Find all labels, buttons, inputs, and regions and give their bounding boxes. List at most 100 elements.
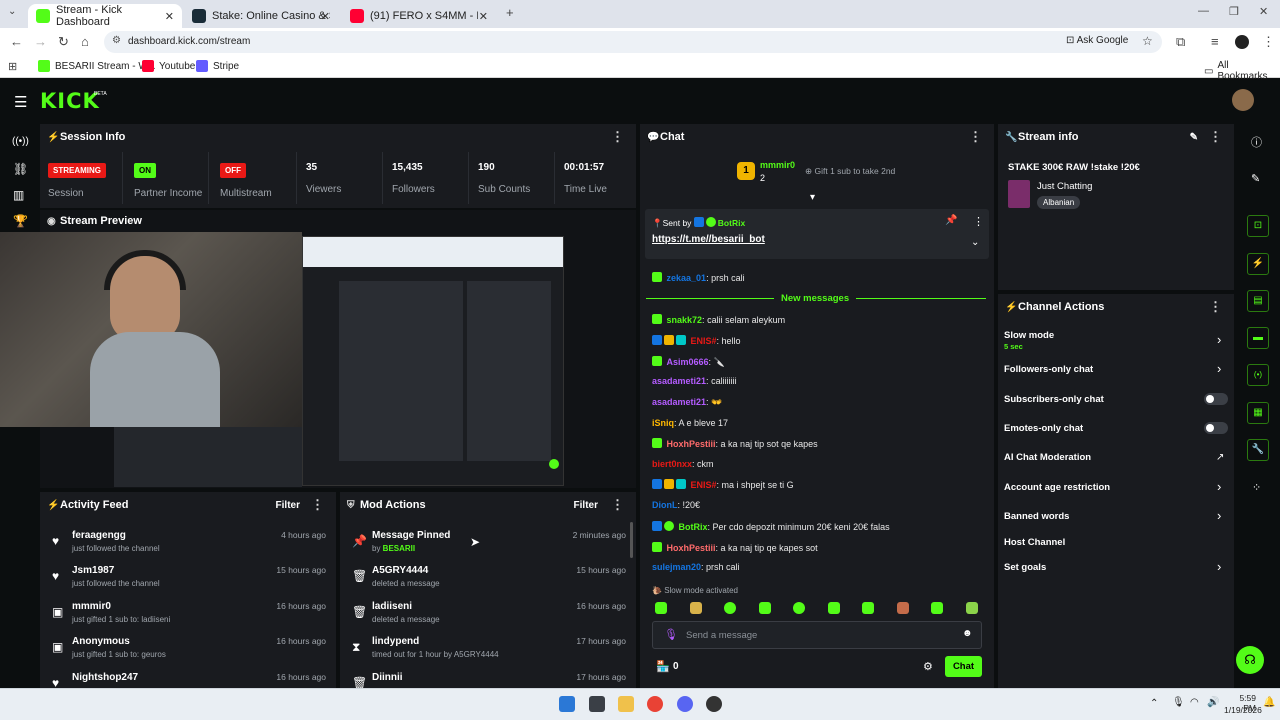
tab-stake[interactable]: Stake: Online Casino & Sports ✕ (184, 4, 338, 28)
chevron-right-icon[interactable]: › (1217, 332, 1221, 347)
points-icon[interactable]: 🏪 (656, 660, 670, 673)
media-icon[interactable]: ≡ (1211, 34, 1219, 49)
subscribers-only-toggle[interactable] (1204, 393, 1228, 405)
chat-message[interactable]: asadameti21: 👐 (652, 397, 722, 408)
emote-icon[interactable] (724, 602, 736, 614)
bookmark-youtube[interactable]: Youtube (142, 60, 195, 72)
trophy-icon[interactable]: 🏆 (13, 214, 28, 228)
analytics-icon[interactable]: ▥ (13, 188, 24, 202)
chat-settings-gear-icon[interactable]: ⚙ (923, 660, 933, 673)
chat-message[interactable]: iSniq: A e bleve 17 (652, 418, 728, 428)
back-icon[interactable]: ← (10, 34, 23, 49)
ask-google-button[interactable]: ⊡ Ask Google (1066, 35, 1128, 46)
subscribers-only-row[interactable]: Subscribers-only chat (1004, 394, 1104, 405)
clock-date[interactable]: 1/19/2026 (1224, 705, 1262, 715)
filter-button[interactable]: Filter (276, 500, 300, 511)
chat-message[interactable]: HoxhPestiii: a ka naj tip sot qe kapes (652, 438, 818, 449)
bookmark-stripe[interactable]: Stripe (196, 60, 239, 72)
tab-kick-dashboard[interactable]: Stream - Kick Dashboard ✕ (28, 4, 182, 28)
external-link-icon[interactable]: ↗ (1216, 452, 1224, 463)
user-avatar[interactable] (1232, 89, 1254, 111)
site-info-icon[interactable]: ⚙ (112, 35, 121, 46)
more-options-icon[interactable]: ⋮ (611, 129, 624, 145)
all-bookmarks[interactable]: ▭ All Bookmarks (1204, 60, 1280, 82)
filter-button[interactable]: Filter (574, 500, 598, 511)
chat-input[interactable]: 🎙 Send a message ☻ (652, 621, 982, 649)
edit-pencil-icon[interactable]: ✎ (1190, 132, 1198, 143)
slow-mode-row[interactable]: Slow mode (1004, 330, 1054, 341)
list-item[interactable]: 🗑 ladiiseni deleted a message 16 hours a… (340, 601, 636, 637)
emoji-icon[interactable]: ☻ (962, 628, 973, 639)
chat-message[interactable]: HoxhPestiii: a ka naj tip qe kapes sot (652, 542, 818, 553)
more-options-icon[interactable]: ⋮ (969, 129, 982, 145)
chrome-menu-icon[interactable]: ⋮ (1262, 34, 1275, 50)
more-options-icon[interactable]: ⋮ (1209, 129, 1222, 145)
emote-icon[interactable] (931, 602, 943, 614)
link-icon[interactable]: ⛓ (13, 162, 28, 176)
chat-message[interactable]: snakk72: calii selam aleykum (652, 314, 785, 325)
unpin-icon[interactable]: 📌 (945, 215, 957, 226)
send-chat-button[interactable]: Chat (945, 656, 982, 677)
home-icon[interactable]: ⌂ (81, 34, 89, 49)
list-item[interactable]: 🗑 A5GRY4444 deleted a message 15 hours a… (340, 565, 636, 601)
bookmark-besarii[interactable]: BESARII Stream - W... (38, 60, 156, 72)
close-tab-icon[interactable]: ✕ (479, 10, 488, 23)
chat-message[interactable]: sulejman20: prsh cali (652, 562, 740, 572)
chrome-icon[interactable] (647, 696, 663, 712)
emotes-only-toggle[interactable] (1204, 422, 1228, 434)
new-tab-icon[interactable]: + (506, 5, 514, 20)
scrollbar[interactable] (630, 522, 633, 558)
gift-prompt[interactable]: ⊕ Gift 1 sub to take 2nd (805, 166, 895, 177)
kick-logo[interactable]: KICK (40, 89, 100, 113)
bookmark-star-icon[interactable]: ☆ (1142, 34, 1153, 48)
webcam-video[interactable] (0, 232, 302, 427)
emote-icon[interactable] (828, 602, 840, 614)
chevron-right-icon[interactable]: › (1217, 508, 1221, 523)
quick-action-bolt-icon[interactable]: ⚡ (1247, 253, 1269, 275)
emote-icon[interactable] (862, 602, 874, 614)
pinned-more-icon[interactable]: ⋮ (973, 215, 984, 228)
chevron-right-icon[interactable]: › (1217, 361, 1221, 376)
chat-message[interactable]: asadameti21: caliiiiiii (652, 376, 737, 386)
banned-words-row[interactable]: Banned words (1004, 511, 1069, 522)
apps-grid-icon[interactable]: ⊞ (8, 60, 17, 73)
emotes-only-row[interactable]: Emotes-only chat (1004, 423, 1083, 434)
list-item[interactable]: 🗑 Diinnii 17 hours ago (340, 672, 636, 688)
close-tab-icon[interactable]: ✕ (321, 10, 330, 23)
emote-icon[interactable] (897, 602, 909, 614)
pinned-link[interactable]: https://t.me//besarii_bot (652, 234, 765, 245)
list-item[interactable]: ♥ Nightshop247 16 hours ago (40, 672, 336, 688)
chevron-right-icon[interactable]: › (1217, 479, 1221, 494)
expand-chevron-icon[interactable]: ⌄ (971, 237, 979, 248)
chat-message[interactable]: BotRix: Per cdo depozit minimum 20€ keni… (652, 521, 890, 532)
ai-moderation-row[interactable]: AI Chat Moderation (1004, 452, 1091, 463)
chat-message[interactable]: Asim0666: 🔪 (652, 356, 725, 368)
edit-icon[interactable]: ✎ (1251, 172, 1260, 185)
terminal-icon[interactable] (589, 696, 605, 712)
list-item[interactable]: ▣ mmmir0 just gifted 1 sub to: ladiiseni… (40, 601, 336, 637)
forward-icon[interactable]: → (34, 34, 47, 49)
chat-message[interactable]: ENIS#: hello (652, 335, 741, 346)
obs-icon[interactable] (706, 696, 722, 712)
emote-icon[interactable] (759, 602, 771, 614)
notes-icon[interactable]: ▤ (1247, 290, 1269, 312)
emote-icon[interactable] (793, 602, 805, 614)
followers-only-row[interactable]: Followers-only chat (1004, 364, 1093, 375)
chat-message[interactable]: DionL: !20€ (652, 500, 700, 510)
apps-icon[interactable]: ⁘ (1252, 481, 1261, 494)
reload-icon[interactable]: ↻ (58, 34, 69, 50)
set-goals-row[interactable]: Set goals (1004, 562, 1046, 573)
hamburger-menu-icon[interactable]: ☰ (14, 93, 27, 111)
list-item[interactable]: ♥ feraagengg just followed the channel 4… (40, 530, 336, 566)
minimize-icon[interactable]: — (1198, 5, 1209, 17)
account-age-row[interactable]: Account age restriction (1004, 482, 1110, 493)
wrench-tool-icon[interactable]: 🔧 (1247, 439, 1269, 461)
list-item[interactable]: 📌 Message Pinned by BESARII 2 minutes ag… (340, 530, 636, 566)
notifications-icon[interactable]: 🔔 (1263, 697, 1275, 708)
emote-icon[interactable] (655, 602, 667, 614)
chat-message[interactable]: biert0nxx: ckm (652, 459, 714, 469)
more-options-icon[interactable]: ⋮ (311, 497, 324, 513)
more-options-icon[interactable]: ⋮ (611, 497, 624, 513)
category-thumbnail[interactable] (1008, 180, 1030, 208)
emote-icon[interactable] (966, 602, 978, 614)
